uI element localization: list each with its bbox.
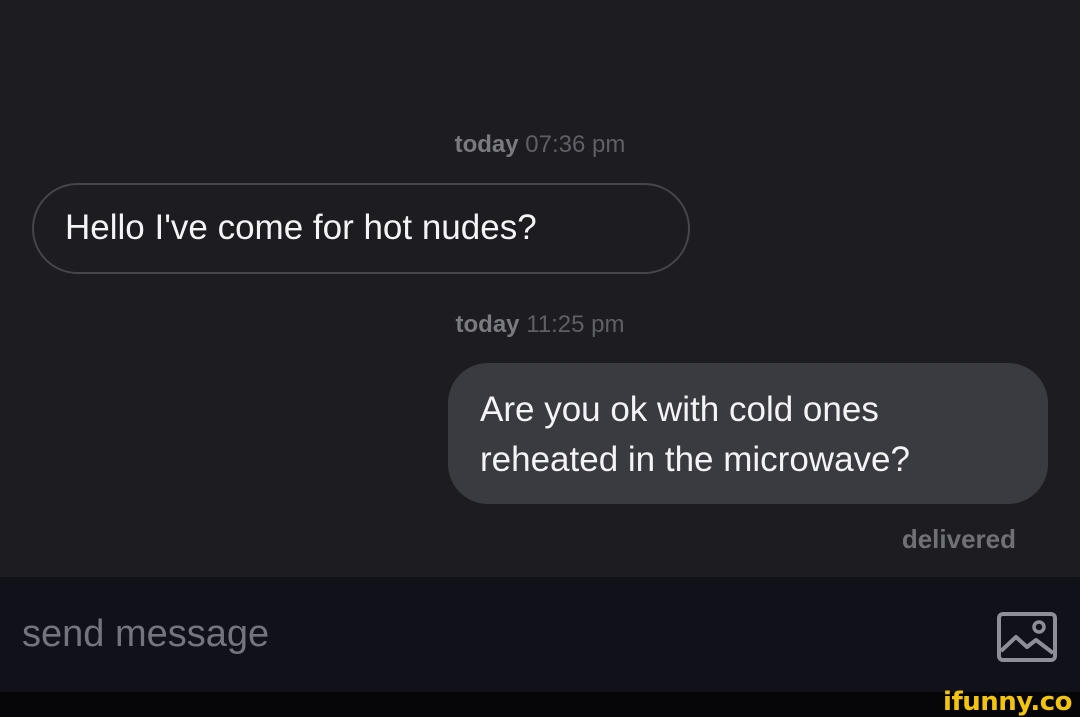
message-composer [0, 577, 1080, 692]
bottom-bar [0, 692, 1080, 717]
message-input[interactable] [22, 607, 922, 661]
message-text-line: reheated in the microwave? [480, 440, 910, 479]
timestamp-time: 11:25 pm [526, 311, 625, 338]
attach-image-button[interactable] [996, 611, 1058, 663]
message-timestamp: today 07:36 pm [0, 130, 1080, 160]
message-timestamp: today 11:25 pm [0, 310, 1080, 340]
timestamp-time: 07:36 pm [525, 131, 626, 158]
timestamp-day: today [454, 131, 519, 158]
delivery-status: delivered [901, 524, 1016, 554]
message-text: Hello I've come for hot nudes? [65, 208, 537, 247]
timestamp-day: today [455, 311, 520, 338]
outgoing-message-bubble[interactable]: Are you ok with cold ones reheated in th… [448, 363, 1048, 504]
conversation-thread: today 07:36 pm Hello I've come for hot n… [0, 0, 1080, 577]
image-icon [997, 612, 1057, 662]
incoming-message-bubble[interactable]: Hello I've come for hot nudes? [32, 183, 690, 274]
watermark-logo: ifunny.co [943, 687, 1072, 717]
message-text-line: Are you ok with cold ones [480, 390, 879, 429]
